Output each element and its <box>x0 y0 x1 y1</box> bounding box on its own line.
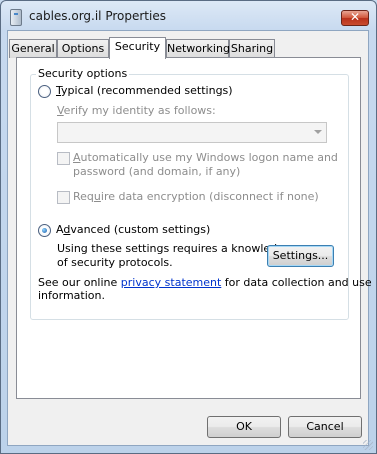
privacy-text: See our online privacy statement for dat… <box>38 276 372 302</box>
chevron-down-icon <box>314 130 322 134</box>
privacy-statement-link[interactable]: privacy statement <box>121 276 222 289</box>
window-title: cables.org.il Properties <box>29 9 166 23</box>
typical-radio[interactable] <box>38 85 51 98</box>
ok-button[interactable]: OK <box>207 416 281 438</box>
encryption-label[interactable]: Require data encryption (disconnect if n… <box>73 190 319 203</box>
cancel-button[interactable]: Cancel <box>288 416 362 438</box>
group-label: Security options <box>36 67 130 80</box>
tab-options[interactable]: Options <box>57 39 109 58</box>
tab-sharing[interactable]: Sharing <box>229 39 275 58</box>
encryption-checkbox[interactable] <box>57 191 70 204</box>
network-connection-icon <box>10 9 22 26</box>
close-icon: ✕ <box>349 10 361 24</box>
auto-logon-label[interactable]: Automatically use my Windows logon name … <box>73 151 338 179</box>
tab-networking[interactable]: Networking <box>166 39 230 58</box>
advanced-radio[interactable] <box>38 224 51 237</box>
settings-button[interactable]: Settings... <box>267 245 334 267</box>
typical-label[interactable]: Typical (recommended settings) <box>56 84 233 97</box>
advanced-description: Using these settings requires a knowledg… <box>57 242 291 269</box>
auto-logon-checkbox[interactable] <box>57 152 70 165</box>
resize-grip-icon[interactable] <box>363 440 373 450</box>
verify-identity-label: Verify my identity as follows: <box>57 104 216 117</box>
title-bar[interactable]: cables.org.il Properties ✕ <box>1 1 376 31</box>
tab-security[interactable]: Security <box>109 37 166 59</box>
advanced-label[interactable]: Advanced (custom settings) <box>56 223 210 236</box>
tab-general[interactable]: General <box>9 39 57 58</box>
close-button[interactable]: ✕ <box>341 10 369 26</box>
verify-identity-dropdown[interactable] <box>57 122 327 143</box>
